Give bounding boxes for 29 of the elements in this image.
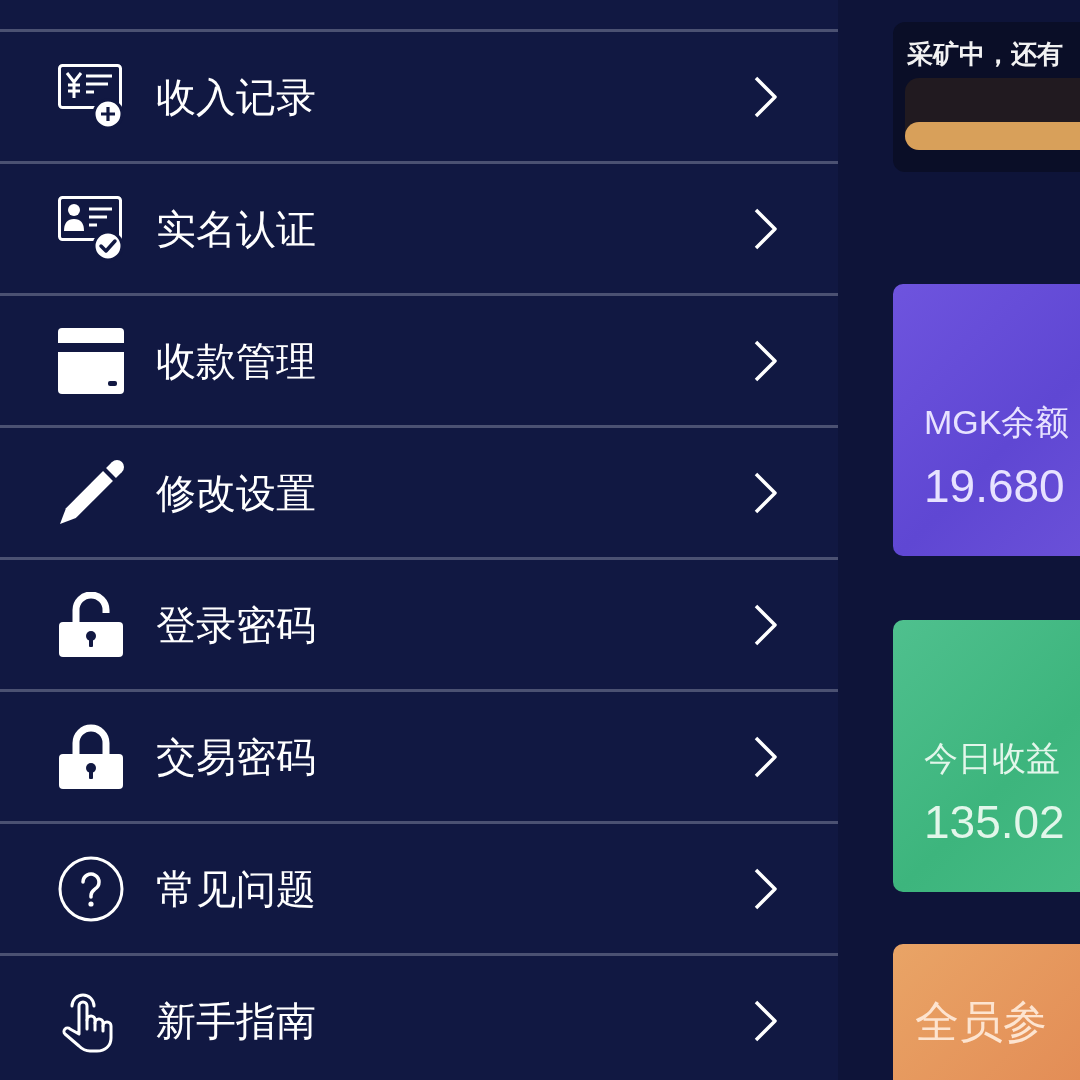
- id-card-check-icon: [58, 195, 124, 262]
- promo-text: 全员参: [915, 997, 1047, 1046]
- stat-label: 今日收益: [924, 738, 1061, 779]
- stat-label: MGK余额: [924, 402, 1071, 443]
- stat-value: 19.680: [924, 459, 1066, 514]
- chevron-right-icon: [753, 602, 779, 647]
- chevron-right-icon: [753, 998, 779, 1043]
- menu-item[interactable]: 新手指南: [0, 953, 838, 1079]
- menu-item[interactable]: 实名认证: [0, 161, 838, 293]
- chevron-right-icon: [753, 470, 779, 515]
- mining-status: 采矿中，还有: [907, 38, 1064, 71]
- stat-value: 135.02: [924, 795, 1066, 850]
- menu-item[interactable]: 收款管理: [0, 293, 838, 425]
- income-record-icon: [58, 63, 124, 130]
- help-icon: [58, 855, 124, 922]
- unlocked-padlock-icon: [58, 591, 124, 658]
- chevron-right-icon: [753, 74, 779, 119]
- padlock-icon: [58, 723, 124, 790]
- menu-item[interactable]: 登录密码: [0, 557, 838, 689]
- menu-item[interactable]: 收入记录: [0, 29, 838, 161]
- chevron-right-icon: [753, 866, 779, 911]
- menu-item[interactable]: 修改设置: [0, 425, 838, 557]
- credit-card-icon: [58, 327, 124, 394]
- chevron-right-icon: [753, 734, 779, 779]
- menu-item[interactable]: 常见问题: [0, 821, 838, 953]
- menu-item[interactable]: 交易密码: [0, 689, 838, 821]
- pencil-icon: [58, 459, 124, 526]
- chevron-right-icon: [753, 338, 779, 383]
- chevron-right-icon: [753, 206, 779, 251]
